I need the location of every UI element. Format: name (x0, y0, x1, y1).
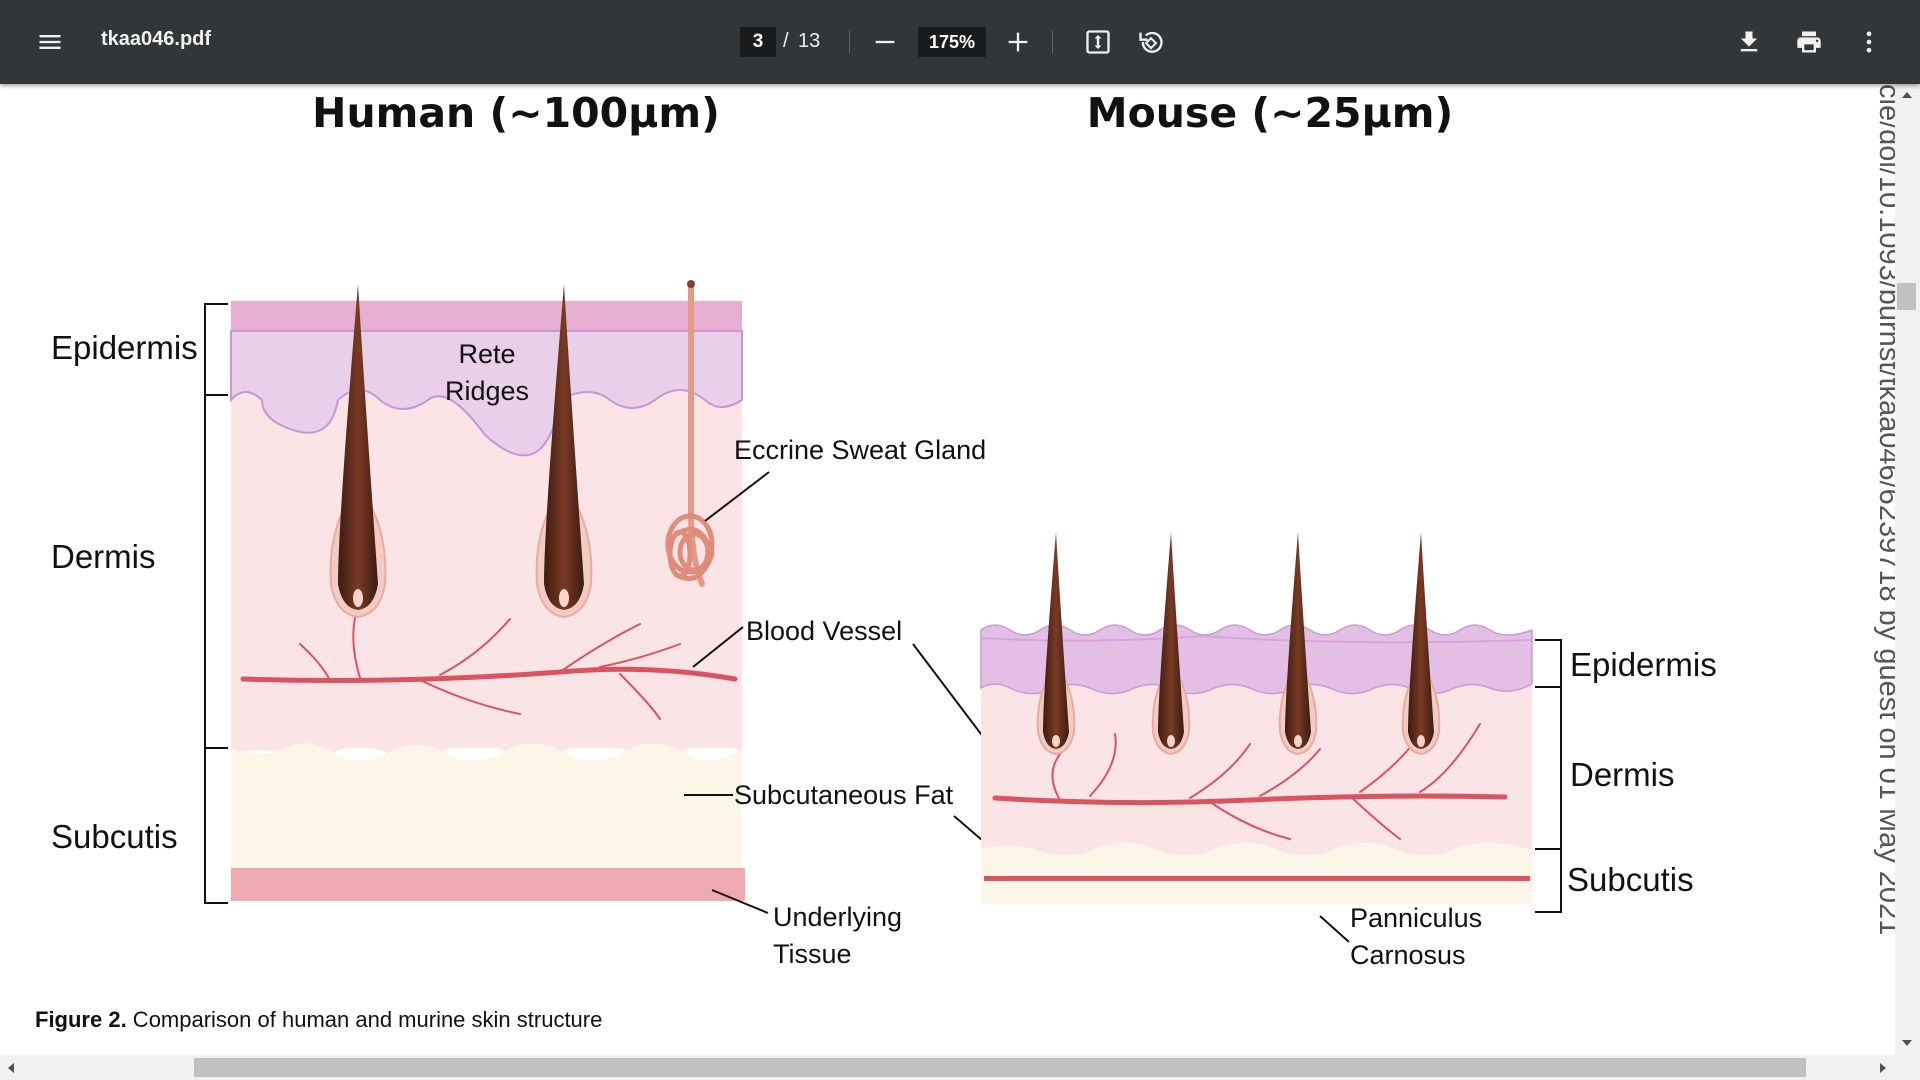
mouse-epidermis-label: Epidermis (1570, 646, 1717, 683)
rete-ridges-label-line2: Ridges (445, 376, 529, 406)
human-heading: Human (~100µm) (312, 89, 720, 137)
download-button[interactable] (1729, 22, 1769, 62)
fit-page-icon (1086, 30, 1110, 54)
download-icon (1740, 31, 1758, 52)
menu-icon (39, 35, 61, 49)
page-number-input[interactable] (740, 27, 776, 57)
human-layer-bracket (204, 303, 228, 904)
blood-vessel-label: Blood Vessel (746, 616, 902, 646)
vertical-scrollbar-thumb[interactable] (1897, 283, 1916, 310)
panniculus-carnosus-label-line2: Carnosus (1350, 940, 1466, 970)
print-icon (1797, 31, 1821, 53)
more-actions-button[interactable] (1849, 22, 1889, 62)
page-separator: / (783, 30, 789, 52)
toolbar-divider (1052, 31, 1053, 53)
mouse-skin-illustration (980, 531, 1562, 913)
subcutaneous-fat-label: Subcutaneous Fat (734, 780, 954, 810)
human-subcutis-label: Subcutis (51, 818, 178, 855)
zoom-out-button[interactable] (865, 22, 905, 62)
underlying-tissue-label-line1: Underlying (773, 902, 902, 932)
human-skin-illustration (204, 280, 745, 904)
human-subcutis-fat-layer (231, 743, 742, 868)
menu-button[interactable] (30, 22, 70, 62)
zoom-out-icon (875, 40, 895, 44)
document-title: tkaa046.pdf (101, 28, 212, 50)
more-vert-icon (1866, 31, 1872, 53)
print-button[interactable] (1789, 22, 1829, 62)
scroll-up-arrow-icon[interactable] (1902, 92, 1912, 98)
rotate-icon (1139, 31, 1163, 53)
eccrine-sweat-gland-label: Eccrine Sweat Gland (734, 435, 986, 465)
mouse-heading: Mouse (~25µm) (1087, 89, 1453, 137)
mouse-subcutis-label: Subcutis (1567, 861, 1694, 898)
zoom-level-input[interactable] (918, 27, 986, 57)
scroll-left-arrow-icon[interactable] (8, 1063, 14, 1073)
figure-caption-number: Figure 2. (35, 1007, 127, 1032)
rete-ridges-label-line1: Rete (458, 339, 515, 369)
figure-caption: Figure 2. Comparison of human and murine… (35, 1007, 602, 1033)
toolbar-divider (849, 31, 850, 53)
total-pages: 13 (798, 30, 821, 52)
panniculus-carnosus-muscle (984, 876, 1530, 881)
zoom-in-icon (1008, 32, 1028, 52)
human-epidermis-label: Epidermis (51, 329, 198, 366)
fit-to-page-button[interactable] (1078, 22, 1118, 62)
scroll-right-arrow-icon[interactable] (1880, 1063, 1886, 1073)
panniculus-carnosus-label-line1: Panniculus (1350, 903, 1482, 933)
underlying-tissue-label-line2: Tissue (773, 939, 852, 969)
figure-caption-text: Comparison of human and murine skin stru… (126, 1007, 603, 1032)
vertical-scrollbar[interactable] (1895, 84, 1920, 1055)
mouse-layer-bracket (1535, 639, 1562, 913)
download-margin-stamp: cle/doi/10.1093/burnst/tkaa046/6239718 b… (1873, 84, 1895, 935)
human-dermis-label: Dermis (51, 538, 156, 575)
pdf-toolbar: tkaa046.pdf / 13 (0, 0, 1920, 84)
scroll-down-arrow-icon[interactable] (1902, 1040, 1912, 1046)
zoom-in-button[interactable] (998, 22, 1038, 62)
mouse-dermis-label: Dermis (1570, 756, 1675, 793)
horizontal-scrollbar-thumb[interactable] (194, 1058, 1806, 1077)
rotate-button[interactable] (1131, 22, 1171, 62)
human-stratum-corneum (231, 301, 742, 331)
pdf-page-viewport[interactable]: Human (~100µm) Mouse (~25µm) Epidermis D… (0, 84, 1895, 1055)
human-underlying-tissue (231, 868, 745, 901)
skin-comparison-figure: Human (~100µm) Mouse (~25µm) Epidermis D… (51, 84, 1895, 970)
